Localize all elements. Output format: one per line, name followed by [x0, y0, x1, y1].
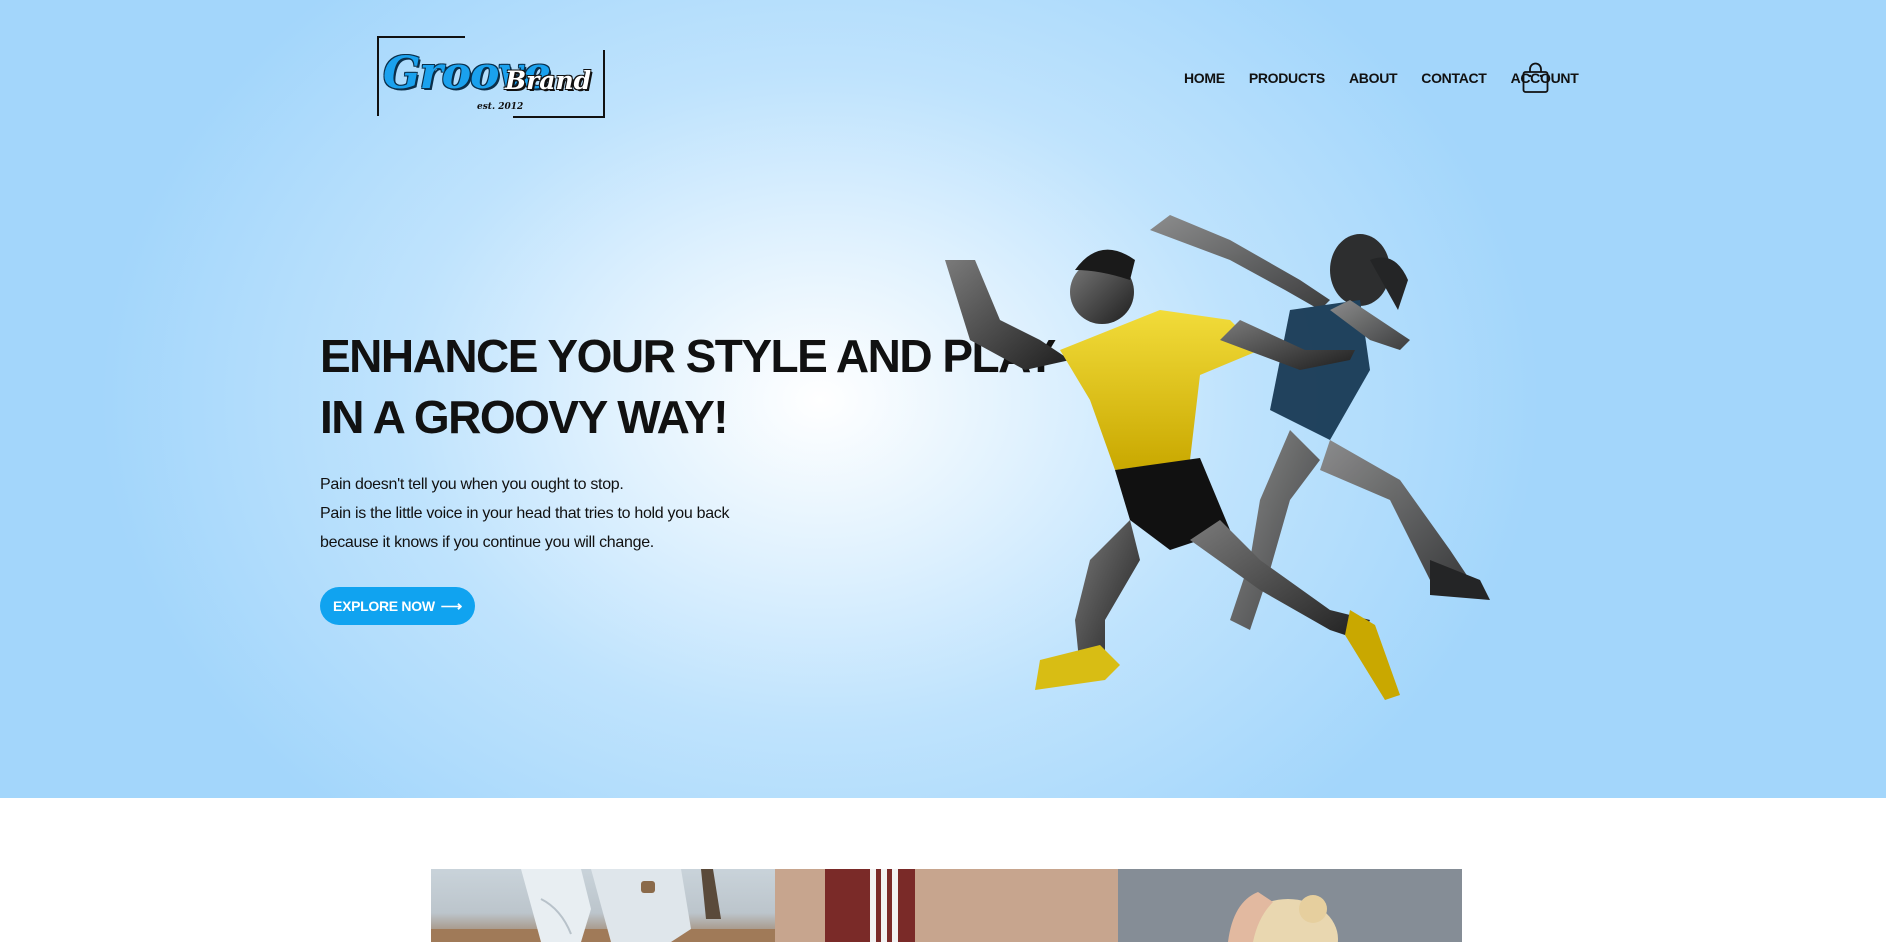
gallery-image-headband[interactable] — [1118, 869, 1462, 942]
logo-frame — [603, 50, 605, 116]
hero-body-line: because it knows if you continue you wil… — [320, 534, 654, 551]
shopping-bag-icon[interactable] — [1522, 62, 1549, 94]
nav-item-products[interactable]: PRODUCTS — [1249, 70, 1325, 86]
hero-headline-line: IN A GROOVY WAY! — [320, 391, 729, 443]
arrow-right-icon: ⟶ — [440, 598, 463, 615]
hero-body-text: Pain doesn't tell you when you ought to … — [320, 470, 740, 557]
hero-headline: ENHANCE YOUR STYLE AND PLAY IN A GROOVY … — [320, 326, 1056, 448]
gallery-image-track-pants[interactable] — [775, 869, 1118, 942]
hero-body-line: Pain doesn't tell you when you ought to … — [320, 476, 624, 493]
hero-headline-line: ENHANCE YOUR STYLE AND PLAY — [320, 330, 1056, 382]
product-gallery — [431, 869, 1462, 942]
nav-item-about[interactable]: ABOUT — [1349, 70, 1398, 86]
hero-body-line: Pain is the little voice in your head th… — [320, 505, 730, 522]
nav-item-contact[interactable]: CONTACT — [1421, 70, 1487, 86]
female-runner — [1150, 215, 1490, 630]
logo-frame — [377, 36, 465, 38]
logo-frame — [513, 116, 605, 118]
logo-frame — [377, 36, 379, 116]
explore-now-button[interactable]: EXPLORE NOW ⟶ — [320, 587, 475, 625]
explore-now-label: EXPLORE NOW — [333, 598, 435, 614]
logo-established-text: est. 2012 — [477, 102, 524, 112]
hero-section: Groove Brand est. 2012 HOME PRODUCTS ABO… — [0, 0, 1886, 798]
gallery-image-jeans[interactable] — [431, 869, 775, 942]
logo-brand-text: Brand — [505, 66, 592, 95]
brand-logo[interactable]: Groove Brand est. 2012 — [377, 36, 605, 118]
nav-item-home[interactable]: HOME — [1184, 70, 1225, 86]
runners-hero-image — [945, 215, 1490, 700]
